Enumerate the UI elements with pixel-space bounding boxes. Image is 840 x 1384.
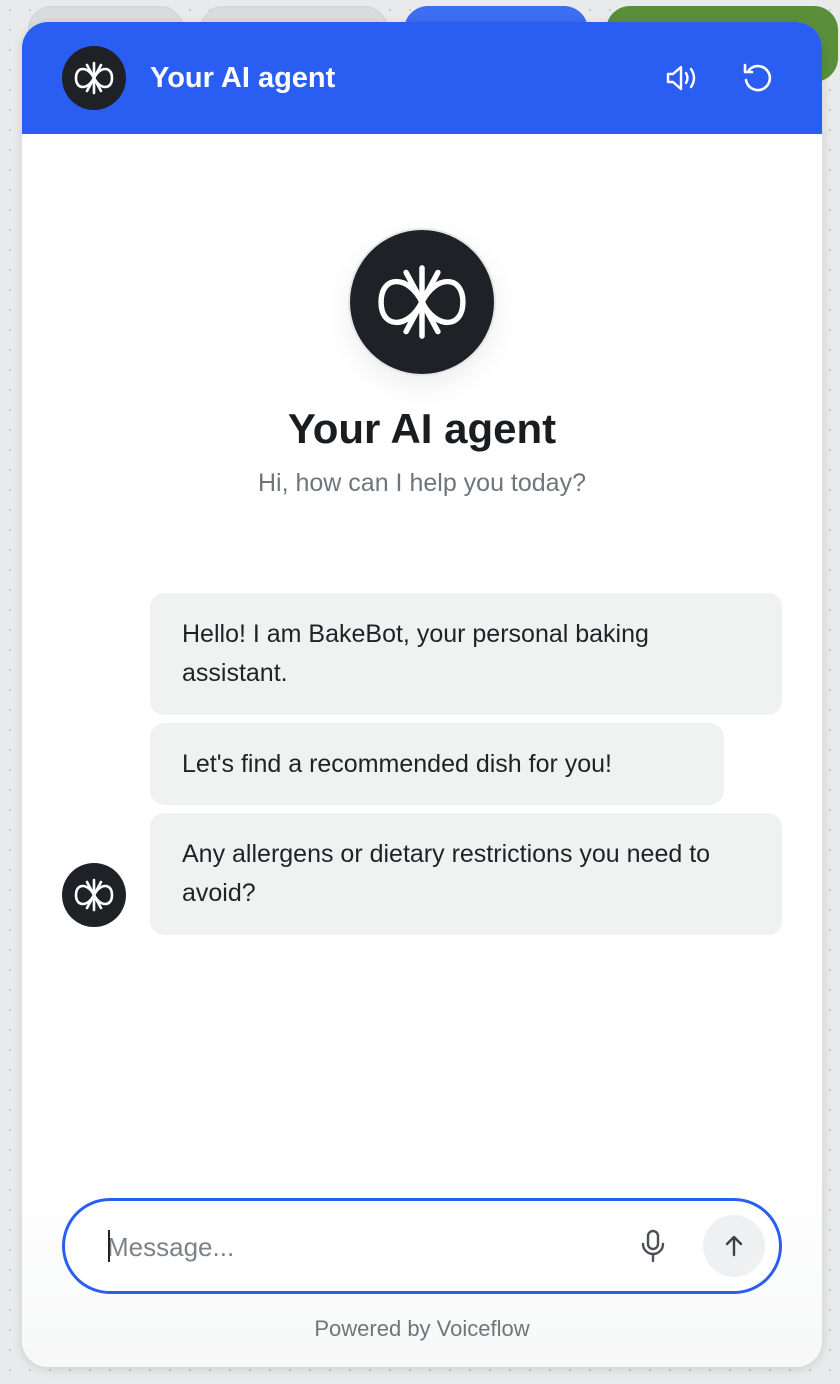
agent-logo-icon xyxy=(74,61,114,95)
chat-header: Your AI agent xyxy=(22,22,822,134)
microphone-button[interactable] xyxy=(633,1225,673,1267)
send-button[interactable] xyxy=(703,1215,765,1277)
intro-avatar xyxy=(350,230,494,374)
microphone-icon xyxy=(641,1229,665,1263)
speaker-button[interactable] xyxy=(662,58,702,98)
header-title: Your AI agent xyxy=(150,62,336,94)
agent-logo-icon xyxy=(74,878,114,912)
message-text: Any allergens or dietary restrictions yo… xyxy=(182,840,711,907)
arrow-up-icon xyxy=(725,1235,743,1257)
message-text: Let's find a recommended dish for you! xyxy=(182,749,613,778)
text-caret xyxy=(108,1230,110,1262)
powered-by-footer: Powered by Voiceflow xyxy=(314,1316,530,1341)
chat-widget: Your AI agent Your AI agent Hi, how can … xyxy=(22,22,822,1367)
agent-logo-icon xyxy=(378,265,466,339)
speaker-icon xyxy=(666,65,696,91)
agent-message: Let's find a recommended dish for you! xyxy=(150,723,724,805)
agent-message: Any allergens or dietary restrictions yo… xyxy=(150,813,782,935)
reset-button[interactable] xyxy=(738,58,778,98)
message-composer xyxy=(62,1198,782,1294)
intro-subtitle: Hi, how can I help you today? xyxy=(258,469,586,497)
agent-avatar xyxy=(62,46,126,110)
message-text: Hello! I am BakeBot, your personal bakin… xyxy=(182,620,649,687)
message-avatar xyxy=(62,863,126,927)
intro-title: Your AI agent xyxy=(287,405,557,452)
message-input[interactable] xyxy=(105,1225,609,1269)
agent-message: Hello! I am BakeBot, your personal bakin… xyxy=(150,593,782,715)
reset-icon xyxy=(743,63,772,92)
